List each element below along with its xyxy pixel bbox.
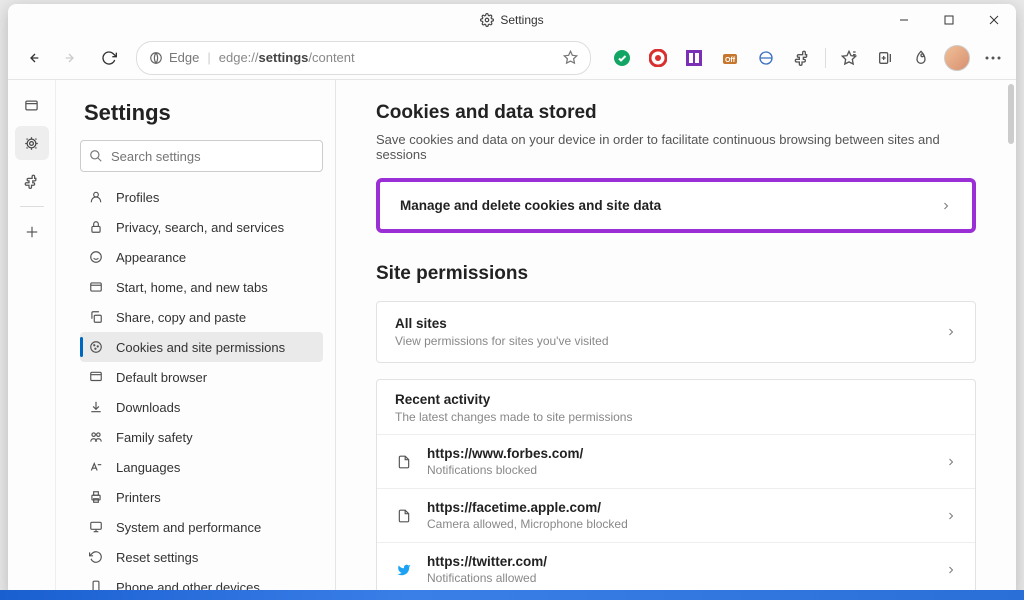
nav-printers[interactable]: Printers: [80, 482, 323, 512]
more-button[interactable]: [978, 43, 1008, 73]
nav-list: Profiles Privacy, search, and services A…: [80, 182, 323, 596]
site-identity-icon: [149, 51, 163, 65]
recent-activity-header: Recent activity The latest changes made …: [377, 380, 975, 434]
gear-icon: [480, 13, 494, 27]
all-sites-title: All sites: [395, 316, 945, 331]
browser-window: Settings Edge | edge://settings/content …: [8, 4, 1016, 596]
scrollbar[interactable]: [1008, 84, 1014, 144]
tab-button[interactable]: [15, 88, 49, 122]
nav-system[interactable]: System and performance: [80, 512, 323, 542]
nav-reset[interactable]: Reset settings: [80, 542, 323, 572]
favoriteslist-button[interactable]: [834, 43, 864, 73]
nav-family[interactable]: Family safety: [80, 422, 323, 452]
document-icon: [395, 455, 413, 469]
nav-share[interactable]: Share, copy and paste: [80, 302, 323, 332]
refresh-button[interactable]: [92, 41, 126, 75]
site-identity-label: Edge: [169, 50, 199, 65]
chevron-right-icon: [945, 326, 957, 338]
collections-button[interactable]: [870, 43, 900, 73]
recent-item[interactable]: https://facetime.apple.com/Camera allowe…: [377, 488, 975, 542]
language-icon: [88, 460, 104, 474]
maximize-button[interactable]: [926, 4, 971, 36]
address-bar[interactable]: Edge | edge://settings/content: [136, 41, 591, 75]
new-tab-button[interactable]: [15, 215, 49, 249]
sidebar-heading: Settings: [84, 100, 323, 126]
site-permissions-title: Site permissions: [376, 263, 976, 285]
url-text: edge://settings/content: [219, 50, 355, 65]
browser-icon: [88, 370, 104, 384]
ext-icon-3[interactable]: [679, 43, 709, 73]
recent-item[interactable]: https://twitter.com/Notifications allowe…: [377, 542, 975, 596]
twitter-icon: [395, 563, 413, 577]
ext-tab-button[interactable]: [15, 164, 49, 198]
vbar-divider: [20, 206, 44, 207]
nav-languages[interactable]: Languages: [80, 452, 323, 482]
tab-icon: [88, 280, 104, 294]
performance-button[interactable]: [906, 43, 936, 73]
settings-search[interactable]: [80, 140, 323, 172]
nav-start[interactable]: Start, home, and new tabs: [80, 272, 323, 302]
ext-icon-2[interactable]: [643, 43, 673, 73]
ext-icon-4[interactable]: Off: [715, 43, 745, 73]
nav-privacy[interactable]: Privacy, search, and services: [80, 212, 323, 242]
window-controls: [881, 4, 1016, 36]
forward-button[interactable]: [54, 41, 88, 75]
taskbar[interactable]: [0, 590, 1024, 600]
cookies-desc: Save cookies and data on your device in …: [376, 132, 976, 162]
profile-icon: [88, 190, 104, 204]
nav-downloads[interactable]: Downloads: [80, 392, 323, 422]
chevron-right-icon: [945, 456, 957, 468]
nav-appearance[interactable]: Appearance: [80, 242, 323, 272]
close-button[interactable]: [971, 4, 1016, 36]
appearance-icon: [88, 250, 104, 264]
download-icon: [88, 400, 104, 414]
manage-cookies-label: Manage and delete cookies and site data: [400, 198, 940, 213]
nav-profiles[interactable]: Profiles: [80, 182, 323, 212]
extensions-button[interactable]: [787, 43, 817, 73]
share-icon: [88, 310, 104, 324]
avatar-icon: [944, 45, 970, 71]
lock-icon: [88, 220, 104, 234]
manage-cookies-card[interactable]: Manage and delete cookies and site data: [382, 184, 970, 227]
cookies-title: Cookies and data stored: [376, 102, 976, 124]
highlight-annotation: Manage and delete cookies and site data: [376, 178, 976, 233]
nav-default-browser[interactable]: Default browser: [80, 362, 323, 392]
vertical-tabs-bar: [8, 80, 56, 596]
ext-icon-5[interactable]: [751, 43, 781, 73]
family-icon: [88, 430, 104, 444]
favorite-icon[interactable]: [563, 50, 578, 65]
titlebar: Settings: [8, 4, 1016, 36]
window-title: Settings: [500, 13, 543, 27]
settings-content: Cookies and data stored Save cookies and…: [336, 80, 1016, 596]
cookie-icon: [88, 340, 104, 354]
body: Settings Profiles Privacy, search, and s…: [8, 80, 1016, 596]
back-button[interactable]: [16, 41, 50, 75]
all-sites-card[interactable]: All sites View permissions for sites you…: [376, 301, 976, 363]
document-icon: [395, 509, 413, 523]
recent-activity-sub: The latest changes made to site permissi…: [395, 410, 957, 424]
printer-icon: [88, 490, 104, 504]
settings-tab-button[interactable]: [15, 126, 49, 160]
ext-icon-1[interactable]: [607, 43, 637, 73]
recent-item[interactable]: https://www.forbes.com/Notifications blo…: [377, 434, 975, 488]
minimize-button[interactable]: [881, 4, 926, 36]
profile-button[interactable]: [942, 43, 972, 73]
search-icon: [89, 149, 103, 163]
settings-sidebar: Settings Profiles Privacy, search, and s…: [56, 80, 336, 596]
chevron-right-icon: [945, 564, 957, 576]
chevron-right-icon: [945, 510, 957, 522]
svg-text:Off: Off: [725, 57, 736, 64]
addressbar-separator: |: [207, 50, 210, 65]
all-sites-sub: View permissions for sites you've visite…: [395, 334, 945, 348]
chevron-right-icon: [940, 200, 952, 212]
recent-activity-title: Recent activity: [395, 392, 957, 407]
system-icon: [88, 520, 104, 534]
toolbar: Edge | edge://settings/content Off: [8, 36, 1016, 80]
toolbar-divider: [825, 48, 826, 68]
toolbar-extensions: Off: [601, 43, 1008, 73]
nav-cookies[interactable]: Cookies and site permissions: [80, 332, 323, 362]
search-input[interactable]: [111, 149, 314, 164]
reset-icon: [88, 550, 104, 564]
recent-activity-card: Recent activity The latest changes made …: [376, 379, 976, 596]
